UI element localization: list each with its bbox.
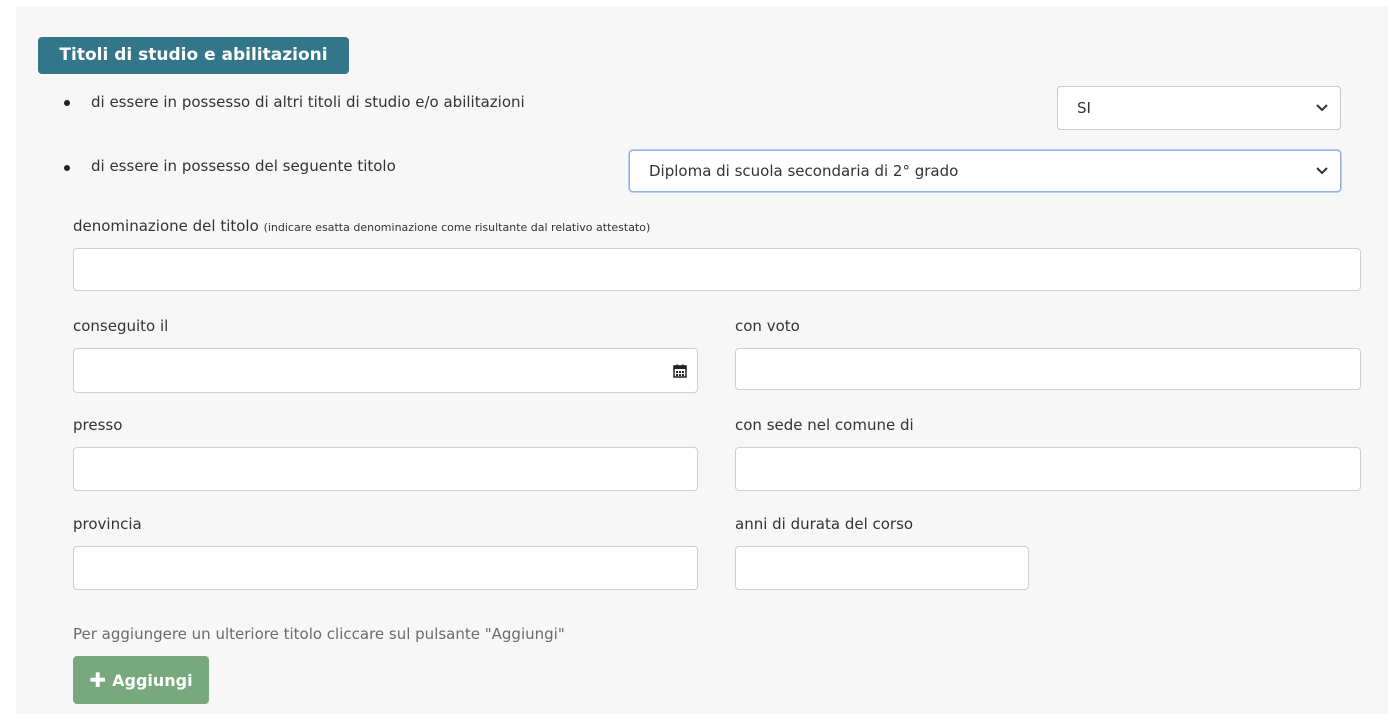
titolo-select[interactable]: Diploma di scuola secondaria di 2° grado	[629, 150, 1341, 192]
bullet-icon	[64, 165, 70, 171]
provincia-label: provincia	[73, 515, 142, 533]
possesso-altri-select[interactable]: SI	[1057, 86, 1341, 130]
bullet-icon	[64, 100, 70, 106]
plus-icon: ✚	[89, 668, 107, 692]
presso-label: presso	[73, 416, 123, 434]
chevron-down-icon	[1316, 104, 1328, 112]
sede-label: con sede nel comune di	[735, 416, 914, 434]
provincia-input[interactable]	[73, 546, 698, 590]
possesso-altri-text: di essere in possesso di altri titoli di…	[91, 93, 525, 111]
titolo-value: Diploma di scuola secondaria di 2° grado	[649, 162, 959, 180]
aggiungi-button-label: Aggiungi	[112, 670, 193, 690]
chevron-down-icon	[1316, 167, 1328, 175]
aggiungi-info-text: Per aggiungere un ulteriore titolo clicc…	[73, 625, 565, 643]
denominazione-label-text: denominazione del titolo	[73, 217, 259, 235]
durata-label: anni di durata del corso	[735, 515, 914, 533]
conseguito-date-input[interactable]	[73, 348, 698, 393]
voto-label: con voto	[735, 317, 800, 335]
denominazione-hint: (indicare esatta denominazione come risu…	[263, 221, 651, 234]
durata-input[interactable]	[735, 546, 1029, 590]
voto-input[interactable]	[735, 348, 1361, 390]
possesso-titolo-text: di essere in possesso del seguente titol…	[91, 157, 396, 175]
denominazione-input[interactable]	[73, 248, 1361, 291]
conseguito-label: conseguito il	[73, 317, 169, 335]
calendar-icon[interactable]	[673, 364, 687, 378]
sede-input[interactable]	[735, 447, 1361, 491]
section-title: Titoli di studio e abilitazioni	[38, 37, 349, 74]
possesso-altri-value: SI	[1077, 99, 1091, 117]
aggiungi-button[interactable]: ✚ Aggiungi	[73, 656, 209, 704]
presso-input[interactable]	[73, 447, 698, 491]
denominazione-label: denominazione del titolo (indicare esatt…	[73, 217, 650, 235]
